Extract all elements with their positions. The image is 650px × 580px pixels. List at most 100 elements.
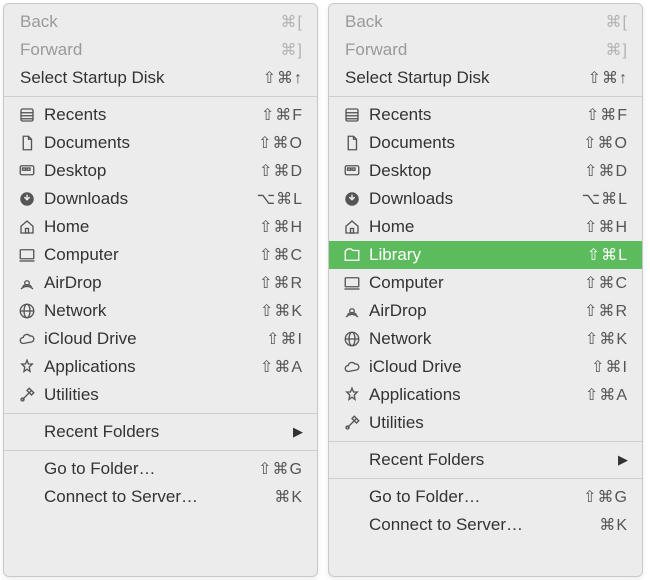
menu-item-shortcut: ⌘] — [606, 40, 628, 60]
menu-item-shortcut: ⌥⌘L — [257, 189, 303, 209]
menu-item-shortcut: ⇧⌘I — [266, 329, 303, 349]
menu-item-icloud-drive[interactable]: iCloud Drive⇧⌘I — [329, 353, 642, 381]
menu-item-downloads[interactable]: Downloads⌥⌘L — [4, 185, 317, 213]
menu-item-connect-to-server[interactable]: Connect to Server…⌘K — [329, 511, 642, 539]
icloud-icon — [16, 330, 38, 348]
menu-item-airdrop[interactable]: AirDrop⇧⌘R — [4, 269, 317, 297]
recents-icon — [16, 106, 38, 124]
menu-item-label: Recents — [369, 105, 586, 125]
separator — [4, 450, 317, 451]
menu-item-recent-folders[interactable]: Recent Folders▶ — [4, 418, 317, 446]
submenu-arrow-icon: ▶ — [618, 452, 628, 468]
menu-item-documents[interactable]: Documents⇧⌘O — [4, 129, 317, 157]
documents-icon — [16, 134, 38, 152]
menu-item-documents[interactable]: Documents⇧⌘O — [329, 129, 642, 157]
menu-item-shortcut: ⌘[ — [606, 12, 628, 32]
menu-item-label: Recents — [44, 105, 261, 125]
menu-item-network[interactable]: Network⇧⌘K — [329, 325, 642, 353]
menu-item-forward: Forward⌘] — [4, 36, 317, 64]
menu-item-shortcut: ⇧⌘K — [585, 329, 628, 349]
menu-item-applications[interactable]: Applications⇧⌘A — [329, 381, 642, 409]
menu-item-shortcut: ⇧⌘O — [583, 133, 628, 153]
menu-item-label: Forward — [341, 40, 606, 60]
menu-item-label: Recent Folders — [16, 422, 293, 442]
menu-item-label: iCloud Drive — [369, 357, 591, 377]
menu-item-label: Go to Folder… — [341, 487, 583, 507]
menu-item-label: Utilities — [369, 413, 628, 433]
menu-item-shortcut: ⌥⌘L — [582, 189, 628, 209]
menu-item-recent-folders[interactable]: Recent Folders▶ — [329, 446, 642, 474]
menu-item-shortcut: ⇧⌘G — [583, 487, 628, 507]
menu-item-go-to-folder[interactable]: Go to Folder…⇧⌘G — [4, 455, 317, 483]
menu-item-shortcut: ⇧⌘G — [258, 459, 303, 479]
go-menu-right: Back⌘[Forward⌘]Select Startup Disk⇧⌘↑Rec… — [328, 3, 643, 577]
applications-icon — [341, 386, 363, 404]
menu-item-home[interactable]: Home⇧⌘H — [329, 213, 642, 241]
menu-item-shortcut: ⇧⌘I — [591, 357, 628, 377]
menu-item-desktop[interactable]: Desktop⇧⌘D — [329, 157, 642, 185]
menu-item-label: Connect to Server… — [341, 515, 599, 535]
menu-item-select-startup-disk[interactable]: Select Startup Disk⇧⌘↑ — [4, 64, 317, 92]
menu-item-label: AirDrop — [369, 301, 584, 321]
menu-item-forward: Forward⌘] — [329, 36, 642, 64]
menu-item-applications[interactable]: Applications⇧⌘A — [4, 353, 317, 381]
menu-item-select-startup-disk[interactable]: Select Startup Disk⇧⌘↑ — [329, 64, 642, 92]
library-icon — [341, 246, 363, 264]
desktop-icon — [16, 162, 38, 180]
menu-item-recents[interactable]: Recents⇧⌘F — [4, 101, 317, 129]
separator — [4, 413, 317, 414]
menu-item-back: Back⌘[ — [4, 8, 317, 36]
menu-item-label: Documents — [369, 133, 583, 153]
network-icon — [16, 302, 38, 320]
applications-icon — [16, 358, 38, 376]
menu-item-label: Downloads — [369, 189, 582, 209]
menu-item-label: Forward — [16, 40, 281, 60]
menu-item-airdrop[interactable]: AirDrop⇧⌘R — [329, 297, 642, 325]
recents-icon — [341, 106, 363, 124]
home-icon — [341, 218, 363, 236]
desktop-icon — [341, 162, 363, 180]
menu-item-label: Downloads — [44, 189, 257, 209]
menu-item-shortcut: ⇧⌘F — [261, 105, 303, 125]
menu-item-computer[interactable]: Computer⇧⌘C — [4, 241, 317, 269]
airdrop-icon — [341, 302, 363, 320]
menu-item-computer[interactable]: Computer⇧⌘C — [329, 269, 642, 297]
menu-item-shortcut: ⇧⌘D — [584, 161, 628, 181]
menu-item-label: Home — [369, 217, 584, 237]
menu-item-label: Computer — [44, 245, 259, 265]
menu-item-connect-to-server[interactable]: Connect to Server…⌘K — [4, 483, 317, 511]
airdrop-icon — [16, 274, 38, 292]
separator — [329, 478, 642, 479]
menu-item-downloads[interactable]: Downloads⌥⌘L — [329, 185, 642, 213]
menu-item-utilities[interactable]: Utilities — [4, 381, 317, 409]
menu-item-shortcut: ⇧⌘F — [586, 105, 628, 125]
menu-item-utilities[interactable]: Utilities — [329, 409, 642, 437]
menu-item-home[interactable]: Home⇧⌘H — [4, 213, 317, 241]
menu-item-label: Applications — [44, 357, 260, 377]
menu-item-shortcut: ⇧⌘H — [259, 217, 303, 237]
menu-item-go-to-folder[interactable]: Go to Folder…⇧⌘G — [329, 483, 642, 511]
menu-item-shortcut: ⇧⌘C — [584, 273, 628, 293]
menu-item-icloud-drive[interactable]: iCloud Drive⇧⌘I — [4, 325, 317, 353]
menu-item-shortcut: ⌘K — [274, 487, 303, 507]
menu-item-label: AirDrop — [44, 273, 259, 293]
menu-item-desktop[interactable]: Desktop⇧⌘D — [4, 157, 317, 185]
menu-item-shortcut: ⇧⌘D — [259, 161, 303, 181]
menu-item-shortcut: ⇧⌘O — [258, 133, 303, 153]
separator — [329, 96, 642, 97]
menu-item-shortcut: ⇧⌘A — [585, 385, 628, 405]
menu-item-label: Utilities — [44, 385, 303, 405]
utilities-icon — [16, 386, 38, 404]
menu-item-recents[interactable]: Recents⇧⌘F — [329, 101, 642, 129]
menu-item-shortcut: ⇧⌘L — [587, 245, 628, 265]
computer-icon — [16, 246, 38, 264]
menu-item-library[interactable]: Library⇧⌘L — [329, 241, 642, 269]
menu-item-label: Desktop — [44, 161, 259, 181]
menu-item-label: Back — [16, 12, 281, 32]
menu-item-shortcut: ⌘] — [281, 40, 303, 60]
menu-item-network[interactable]: Network⇧⌘K — [4, 297, 317, 325]
menu-item-label: Back — [341, 12, 606, 32]
menu-item-shortcut: ⇧⌘K — [260, 301, 303, 321]
downloads-icon — [341, 190, 363, 208]
separator — [4, 96, 317, 97]
